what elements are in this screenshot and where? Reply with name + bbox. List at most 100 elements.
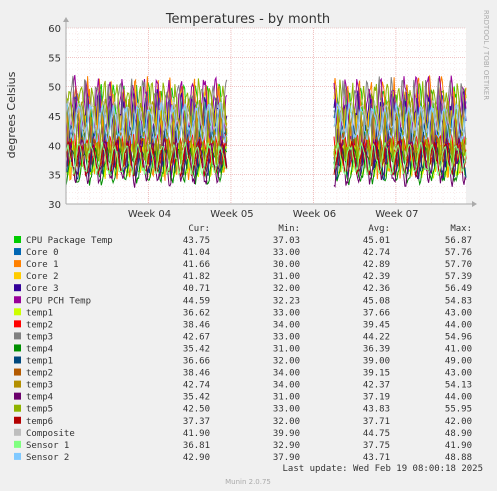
legend-value-cur: 38.46 xyxy=(183,369,210,379)
legend-value-min: 33.00 xyxy=(273,405,300,415)
legend-value-cur: 41.90 xyxy=(183,429,210,439)
legend-value-min: 33.00 xyxy=(273,332,300,342)
legend-series-name: temp3 xyxy=(26,381,53,391)
legend-value-avg: 42.89 xyxy=(363,260,390,270)
legend-value-min: 34.00 xyxy=(273,320,300,330)
legend-series-name: CPU Package Temp xyxy=(26,236,113,246)
x-tick-label: Week 06 xyxy=(293,209,336,220)
munin-version: Munin 2.0.75 xyxy=(225,478,271,486)
legend-value-avg: 39.00 xyxy=(363,357,390,367)
legend-value-cur: 44.59 xyxy=(183,296,210,306)
legend-value-max: 42.00 xyxy=(445,417,472,427)
legend-value-cur: 36.81 xyxy=(183,441,210,451)
x-tick-label: Week 04 xyxy=(128,209,171,220)
x-tick-label: Week 07 xyxy=(375,209,418,220)
legend-value-max: 49.00 xyxy=(445,357,472,367)
legend-value-max: 44.00 xyxy=(445,393,472,403)
legend-swatch xyxy=(14,344,21,352)
legend-series-name: CPU PCH Temp xyxy=(26,296,91,306)
legend-value-avg: 43.83 xyxy=(363,405,390,415)
legend-series-name: Core 2 xyxy=(26,272,59,282)
legend-value-min: 32.90 xyxy=(273,441,300,451)
legend-swatch xyxy=(14,248,21,256)
legend-value-min: 39.90 xyxy=(273,429,300,439)
legend-value-min: 34.00 xyxy=(273,369,300,379)
legend-series-name: temp2 xyxy=(26,369,53,379)
legend-value-cur: 36.62 xyxy=(183,308,210,318)
legend-value-min: 32.23 xyxy=(273,296,300,306)
legend-column-header: Min: xyxy=(278,224,300,234)
y-tick-label: 35 xyxy=(48,171,61,182)
legend-value-cur: 42.74 xyxy=(183,381,210,391)
legend-swatch xyxy=(14,356,21,364)
legend-column-header: Avg: xyxy=(368,224,390,234)
legend-value-min: 33.00 xyxy=(273,308,300,318)
legend-value-cur: 42.50 xyxy=(183,405,210,415)
legend-value-max: 55.95 xyxy=(445,405,472,415)
legend-value-min: 31.00 xyxy=(273,393,300,403)
legend-value-max: 54.13 xyxy=(445,381,472,391)
legend-value-max: 41.00 xyxy=(445,344,472,354)
legend-value-cur: 35.42 xyxy=(183,344,210,354)
legend-value-cur: 41.66 xyxy=(183,260,210,270)
legend-swatch xyxy=(14,272,21,280)
legend-value-min: 37.03 xyxy=(273,236,300,246)
legend-value-max: 48.88 xyxy=(445,453,472,463)
legend-value-avg: 39.45 xyxy=(363,320,390,330)
legend-swatch xyxy=(14,392,21,400)
legend-series-name: Core 0 xyxy=(26,248,59,258)
y-tick-label: 50 xyxy=(48,83,61,94)
legend-value-avg: 44.75 xyxy=(363,429,390,439)
legend-swatch xyxy=(14,296,21,304)
legend-value-cur: 42.67 xyxy=(183,332,210,342)
legend-value-avg: 42.74 xyxy=(363,248,390,258)
legend-value-avg: 37.19 xyxy=(363,393,390,403)
legend-value-max: 57.70 xyxy=(445,260,472,270)
legend-value-min: 31.00 xyxy=(273,272,300,282)
legend-series-name: temp3 xyxy=(26,332,53,342)
legend-value-max: 48.90 xyxy=(445,429,472,439)
legend-value-cur: 38.46 xyxy=(183,320,210,330)
legend-swatch xyxy=(14,308,21,316)
legend-value-max: 57.39 xyxy=(445,272,472,282)
legend-value-cur: 40.71 xyxy=(183,284,210,294)
legend-value-cur: 42.90 xyxy=(183,453,210,463)
legend-value-avg: 42.36 xyxy=(363,284,390,294)
legend-swatch xyxy=(14,368,21,376)
y-tick-label: 60 xyxy=(48,24,61,35)
y-tick-label: 40 xyxy=(48,141,61,152)
legend-series-name: temp4 xyxy=(26,393,53,403)
last-update: Last update: Wed Feb 19 08:00:18 2025 xyxy=(283,464,483,474)
legend-swatch xyxy=(14,380,21,388)
legend-swatch xyxy=(14,332,21,340)
legend-series-name: temp4 xyxy=(26,344,53,354)
legend-value-avg: 42.37 xyxy=(363,381,390,391)
legend-value-max: 56.49 xyxy=(445,284,472,294)
legend-value-avg: 42.39 xyxy=(363,272,390,282)
legend-swatch xyxy=(14,452,21,460)
legend-swatch xyxy=(14,416,21,424)
legend-series-name: temp1 xyxy=(26,357,53,367)
legend-series-name: temp6 xyxy=(26,417,53,427)
legend-value-avg: 37.71 xyxy=(363,417,390,427)
legend-value-min: 32.00 xyxy=(273,357,300,367)
legend-value-cur: 36.66 xyxy=(183,357,210,367)
legend-swatch xyxy=(14,284,21,292)
legend-value-min: 33.00 xyxy=(273,248,300,258)
legend-value-avg: 36.39 xyxy=(363,344,390,354)
legend-value-max: 54.96 xyxy=(445,332,472,342)
chart-title: Temperatures - by month xyxy=(165,12,330,27)
legend-swatch xyxy=(14,428,21,436)
legend-value-min: 32.00 xyxy=(273,417,300,427)
legend-value-cur: 41.04 xyxy=(183,248,210,258)
legend-swatch xyxy=(14,236,21,243)
legend-series-name: temp1 xyxy=(26,308,53,318)
rrdtool-credit: RRDTOOL / TOBI OETIKER xyxy=(482,10,490,100)
legend-swatch xyxy=(14,260,21,268)
legend-value-cur: 35.42 xyxy=(183,393,210,403)
y-tick-label: 30 xyxy=(48,200,61,211)
legend-value-min: 34.00 xyxy=(273,381,300,391)
legend-value-max: 54.83 xyxy=(445,296,472,306)
legend-value-min: 30.00 xyxy=(273,260,300,270)
legend-series-name: Core 1 xyxy=(26,260,59,270)
